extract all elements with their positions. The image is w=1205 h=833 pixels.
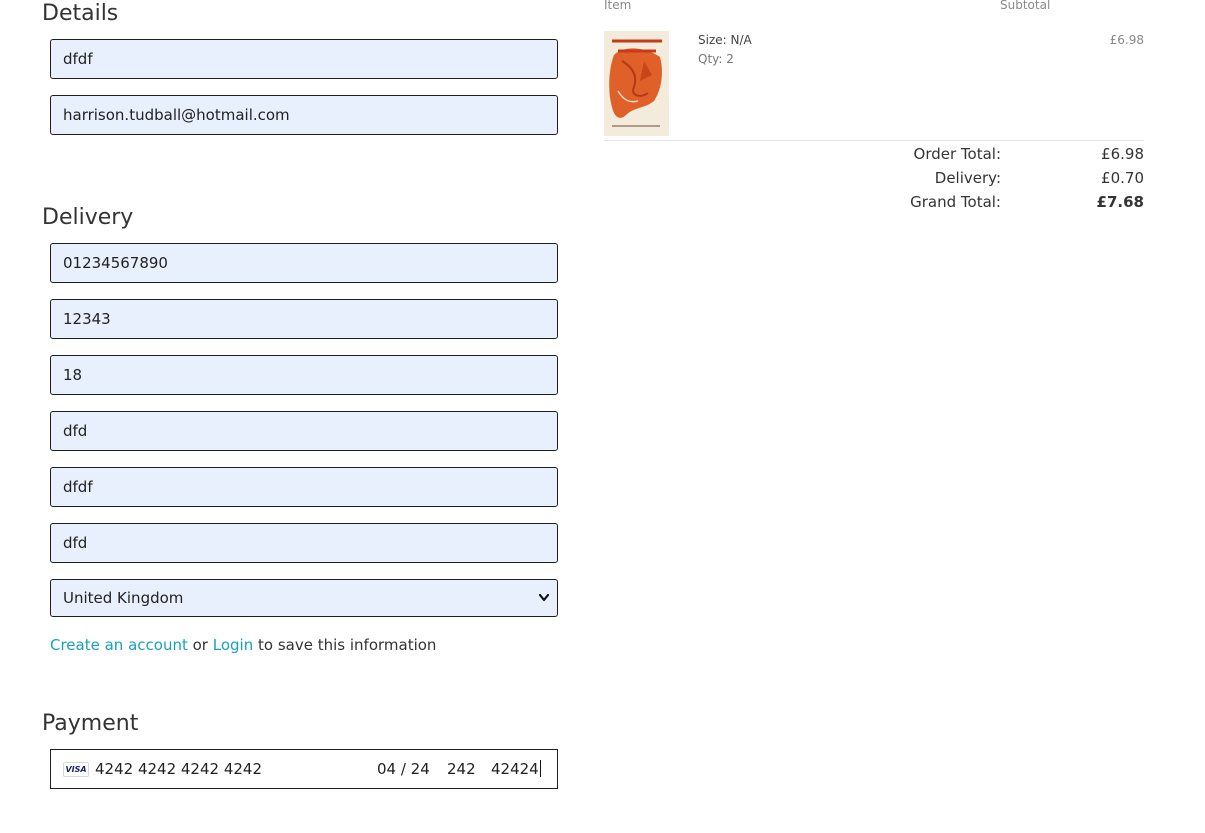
card-cvc-input[interactable]: 242 [447,750,476,788]
item-size: Size: N/A [698,33,752,47]
subtotal-column-header: Subtotal [1000,0,1051,12]
item-subtotal: £6.98 [1109,33,1144,47]
street-address-2-input[interactable] [50,467,558,507]
card-number-input[interactable]: 4242 4242 4242 4242 [95,750,262,788]
card-expiry-input[interactable]: 04 / 24 [377,750,430,788]
delivery-cost-label: Delivery: [934,169,1001,187]
item-quantity: Qty: 2 [698,52,734,66]
save-info-prompt: Create an account or Login to save this … [50,635,436,655]
order-total-label: Order Total: [913,145,1001,163]
delivery-heading: Delivery [42,205,134,230]
book-cover-image [604,31,669,136]
delivery-cost-value: £0.70 [1101,169,1144,187]
payment-heading: Payment [42,711,139,736]
country-select[interactable]: United Kingdom [50,579,558,617]
card-element[interactable]: VISA 4242 4242 4242 4242 04 / 24 242 424… [50,749,558,789]
details-heading: Details [42,1,119,26]
or-text: or [192,636,208,654]
full-name-input[interactable] [50,39,558,79]
phone-number-input[interactable] [50,243,558,283]
grand-total-value: £7.68 [1096,193,1144,211]
street-address-1-input[interactable] [50,411,558,451]
text-cursor [539,760,541,777]
grand-total-label: Grand Total: [910,193,1001,211]
county-input[interactable] [50,523,558,563]
item-column-header: Item [604,0,632,12]
product-thumbnail[interactable] [604,31,669,136]
email-input[interactable] [50,95,558,135]
checkout-page: Details Delivery United Kingdom Create a… [0,0,1205,833]
summary-divider [604,140,1144,141]
card-postal-wrap[interactable]: 42424 [491,750,541,788]
visa-card-icon: VISA [63,762,89,777]
order-total-value: £6.98 [1101,145,1144,163]
save-info-text: to save this information [258,636,437,654]
create-account-link[interactable]: Create an account [50,636,188,654]
login-link[interactable]: Login [213,636,253,654]
town-or-city-input[interactable] [50,355,558,395]
card-postal-input[interactable]: 42424 [491,760,539,778]
postcode-input[interactable] [50,299,558,339]
